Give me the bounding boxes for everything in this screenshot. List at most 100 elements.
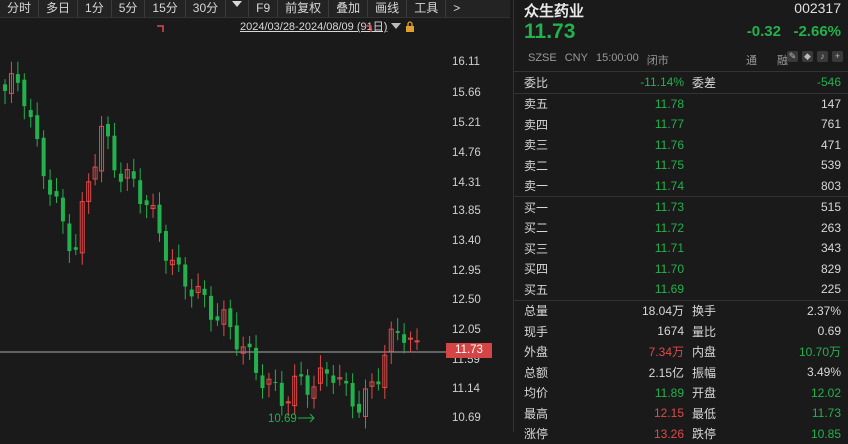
buy-level-row: 买三11.71343 — [514, 238, 848, 259]
high-marker — [365, 26, 371, 32]
header-icons: ✎ ◆ ♪ + — [787, 51, 843, 62]
tab-1min[interactable]: 1分 — [78, 0, 112, 17]
stat-label: 涨停 — [524, 425, 548, 442]
tab-30min[interactable]: 30分 — [186, 0, 226, 17]
buy-level-volume: 343 — [821, 241, 841, 255]
price-change: -0.32 — [747, 23, 781, 40]
candle-body — [145, 200, 149, 205]
tab-15min[interactable]: 15分 — [145, 0, 185, 17]
candle-body — [119, 174, 123, 182]
adjust-button[interactable]: 前复权 — [278, 0, 329, 17]
link-tong[interactable]: 通 — [746, 52, 757, 68]
bell-icon[interactable]: ♪ — [817, 51, 828, 62]
sell-level-row: 卖一11.74803 — [514, 176, 848, 197]
stat-row: 均价11.89开盘12.02 — [514, 383, 848, 404]
tab-multi-day[interactable]: 多日 — [39, 0, 78, 17]
overlay-button[interactable]: 叠加 — [329, 0, 368, 17]
sell-level-label: 卖三 — [524, 136, 548, 153]
buy-level-price: 11.70 — [624, 262, 684, 276]
axis-label: 13.85 — [452, 205, 481, 217]
stat-label: 最高 — [524, 405, 548, 422]
axis-label: 16.11 — [452, 56, 480, 68]
candle-body — [280, 383, 284, 406]
buy-level-row: 买五11.69225 — [514, 279, 848, 300]
candlestick-chart[interactable]: 10.69 — [0, 18, 510, 432]
candle-body — [16, 74, 20, 83]
stat-value: 7.34万 — [624, 343, 684, 360]
candle-body — [344, 381, 348, 384]
axis-label: 12.95 — [452, 265, 481, 277]
add-icon[interactable]: + — [832, 51, 843, 62]
axis-label: 15.21 — [452, 117, 481, 129]
candle-body — [190, 290, 194, 297]
buy-level-row: 买二11.72263 — [514, 218, 848, 239]
candle-body — [22, 80, 26, 107]
sell-level-row: 卖四11.77761 — [514, 114, 848, 135]
candle-body — [35, 115, 39, 139]
alert-icon[interactable]: ◆ — [802, 51, 813, 62]
stat-row: 外盘7.34万内盘10.70万 — [514, 342, 848, 363]
f9-button[interactable]: F9 — [249, 0, 278, 17]
stat-value: 2.15亿 — [624, 364, 684, 381]
current-price-tag: 11.73 — [446, 343, 492, 358]
tools-button[interactable]: 工具 — [407, 0, 446, 17]
high-marker — [157, 26, 163, 32]
stock-name: 众生药业 — [524, 0, 584, 21]
sell-level-row: 卖三11.76471 — [514, 135, 848, 156]
sell-level-price: 11.77 — [624, 117, 684, 131]
stat-label: 总额 — [524, 364, 548, 381]
candle-body — [261, 375, 265, 388]
candle-body — [306, 375, 310, 394]
candle-body — [273, 382, 277, 383]
buy-level-label: 买五 — [524, 281, 548, 298]
stat-row: 涨停13.26跌停10.85 — [514, 424, 848, 444]
buy-level-price: 11.73 — [624, 200, 684, 214]
candle-body — [55, 191, 59, 196]
candle-body — [61, 198, 65, 222]
candle-body — [357, 404, 361, 413]
edit-icon[interactable]: ✎ — [787, 51, 798, 62]
candle-body — [209, 296, 213, 320]
axis-label: 14.76 — [452, 147, 481, 159]
candle-body — [48, 180, 52, 195]
candle-body — [228, 308, 232, 327]
stat-value: 10.70万 — [799, 343, 841, 360]
draw-button[interactable]: 画线 — [368, 0, 407, 17]
candle-body — [254, 348, 258, 373]
buy-level-price: 11.72 — [624, 221, 684, 235]
sell-level-volume: 539 — [821, 158, 841, 172]
stat-label: 振幅 — [692, 364, 716, 381]
tab-5min[interactable]: 5分 — [112, 0, 146, 17]
chevron-down-icon — [232, 0, 242, 8]
stat-value: 3.49% — [807, 365, 841, 379]
stat-value: 11.73 — [812, 406, 841, 420]
stat-value: 2.37% — [807, 304, 841, 318]
tab-intraday[interactable]: 分时 — [0, 0, 39, 17]
more-button[interactable]: > — [446, 0, 467, 17]
candle-body — [29, 110, 33, 117]
candle-body — [106, 124, 110, 136]
candle-body — [74, 247, 78, 250]
quote-time: 15:00:00 — [596, 52, 639, 68]
stat-label: 最低 — [692, 405, 716, 422]
buy-level-volume: 829 — [821, 262, 841, 276]
candle-body — [235, 325, 239, 349]
candle-body — [376, 381, 380, 384]
sell-level-volume: 761 — [821, 117, 841, 131]
sell-level-label: 卖五 — [524, 95, 548, 112]
stat-value: 13.26 — [624, 427, 684, 441]
candle-body — [177, 257, 181, 264]
sell-level-price: 11.75 — [624, 158, 684, 172]
sell-level-price: 11.78 — [624, 97, 684, 111]
buy-level-row: 买四11.70829 — [514, 259, 848, 280]
candle-body — [138, 180, 142, 204]
stock-code: 002317 — [794, 0, 841, 16]
axis-label: 10.69 — [452, 412, 481, 424]
sell-level-label: 卖一 — [524, 177, 548, 194]
candle-body — [112, 136, 116, 171]
sell-level-price: 11.74 — [624, 179, 684, 193]
candle-body — [67, 224, 71, 252]
axis-label: 13.40 — [452, 235, 481, 247]
stat-label: 跌停 — [692, 425, 716, 442]
period-dropdown[interactable] — [226, 0, 249, 17]
